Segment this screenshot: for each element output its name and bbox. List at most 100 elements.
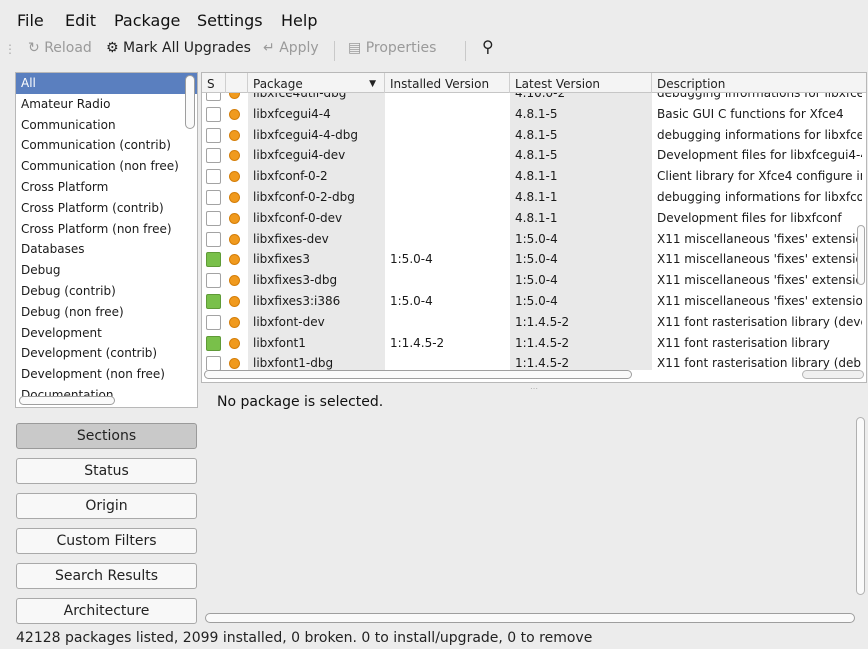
- package-status-checkbox[interactable]: [206, 148, 221, 164]
- support-status-icon: [229, 192, 240, 203]
- menu-edit[interactable]: Edit: [65, 11, 96, 30]
- latest-version-cell: 4.8.1-1: [510, 207, 652, 229]
- column-header-support[interactable]: [226, 73, 248, 93]
- mark-all-upgrades-button[interactable]: ⚙ Mark All Upgrades: [106, 40, 251, 56]
- package-table[interactable]: S Package ▼ Installed Version Latest Ver…: [201, 72, 867, 383]
- package-name-cell: libxfont1-dbg: [248, 353, 385, 370]
- properties-button[interactable]: ▤ Properties: [348, 40, 436, 56]
- column-header-latest-version[interactable]: Latest Version: [510, 73, 652, 93]
- table-row[interactable]: libxfconf-0-dev 4.8.1-1 Development files …: [202, 207, 866, 229]
- search-results-button[interactable]: Search Results: [16, 563, 197, 589]
- table-row[interactable]: libxfcegui4-4 4.8.1-5 Basic GUI C function…: [202, 103, 866, 125]
- package-table-vertical-scrollbar[interactable]: [857, 225, 865, 285]
- section-item[interactable]: Cross Platform (contrib): [16, 198, 197, 219]
- apply-label: Apply: [279, 40, 319, 56]
- section-item[interactable]: Communication: [16, 115, 197, 136]
- section-item[interactable]: Communication (contrib): [16, 135, 197, 156]
- package-name-cell: libxfixes3-dbg: [248, 270, 385, 291]
- table-row[interactable]: libxfce4util-dbg 4.10.0-2 debugging inform…: [202, 93, 866, 104]
- table-row[interactable]: libxfont1 1:1.4.5-2 1:1.4.5-2 X11 font rast…: [202, 332, 866, 354]
- section-item[interactable]: Communication (non free): [16, 156, 197, 177]
- section-item[interactable]: Development: [16, 323, 197, 344]
- latest-version-cell: 4.8.1-5: [510, 124, 652, 146]
- package-name-cell: libxfconf-0-2: [248, 166, 385, 187]
- table-row[interactable]: libxfcegui4-dev 4.8.1-5 Development files …: [202, 145, 866, 167]
- column-header-installed-version[interactable]: Installed Version: [385, 73, 510, 93]
- section-list[interactable]: All Amateur Radio Communication Communicati…: [15, 72, 198, 408]
- section-item[interactable]: Debug (non free): [16, 302, 197, 323]
- support-status-icon: [229, 171, 240, 183]
- menu-settings[interactable]: Settings: [197, 11, 263, 30]
- search-icon: ⚲: [482, 37, 494, 56]
- section-item[interactable]: Amateur Radio: [16, 94, 197, 115]
- section-item[interactable]: Debug: [16, 260, 197, 281]
- section-item[interactable]: All: [16, 73, 197, 94]
- latest-version-cell: 4.8.1-5: [510, 145, 652, 167]
- description-cell: Client library for Xfce4 configure inter…: [657, 169, 862, 184]
- support-status-icon: [229, 212, 240, 224]
- support-status-icon: [229, 316, 240, 328]
- sort-down-icon: ▼: [369, 79, 376, 89]
- table-row[interactable]: libxfixes3:i386 1:5.0-4 1:5.0-4 X11 miscell…: [202, 291, 866, 312]
- package-rows: libxfce4util-dbg 4.10.0-2 debugging inform…: [202, 93, 866, 370]
- package-status-checkbox[interactable]: [206, 314, 221, 330]
- section-item[interactable]: Debug (contrib): [16, 281, 197, 302]
- details-horizontal-scrollbar[interactable]: [205, 613, 855, 623]
- menu-package[interactable]: Package: [114, 11, 180, 30]
- apply-button[interactable]: ↵ Apply: [263, 40, 319, 56]
- section-item[interactable]: Databases: [16, 239, 197, 260]
- package-status-checkbox[interactable]: [206, 210, 221, 226]
- description-cell: Development files for libxfconf: [657, 210, 842, 225]
- table-row[interactable]: libxfont-dev 1:1.4.5-2 X11 font rasterisat…: [202, 311, 866, 333]
- description-cell: Basic GUI C functions for Xfce4: [657, 106, 844, 121]
- package-status-checkbox[interactable]: [206, 231, 221, 247]
- package-status-checkbox[interactable]: [206, 127, 221, 143]
- package-name-cell: libxfont1: [248, 332, 385, 354]
- section-item[interactable]: Cross Platform: [16, 177, 197, 198]
- table-row[interactable]: libxfcegui4-4-dbg 4.8.1-5 debugging inform…: [202, 124, 866, 146]
- section-list-vertical-scrollbar[interactable]: [185, 75, 195, 129]
- reload-button[interactable]: ↻ Reload: [28, 40, 92, 56]
- section-item[interactable]: Cross Platform (non free): [16, 219, 197, 240]
- package-status-checkbox[interactable]: [206, 169, 221, 185]
- table-row[interactable]: libxfixes3-dbg 1:5.0-4 X11 miscellaneous '…: [202, 270, 866, 291]
- status-button[interactable]: Status: [16, 458, 197, 484]
- table-row[interactable]: libxfixes3 1:5.0-4 1:5.0-4 X11 miscellaneou…: [202, 249, 866, 271]
- sections-button[interactable]: Sections: [16, 423, 197, 449]
- custom-filters-button[interactable]: Custom Filters: [16, 528, 197, 554]
- package-status-checkbox[interactable]: [206, 273, 221, 289]
- status-text: 42128 packages listed, 2099 installed, 0…: [16, 630, 593, 646]
- table-row[interactable]: libxfconf-0-2-dbg 4.8.1-1 debugging inform…: [202, 187, 866, 208]
- description-cell: Development files for libxfcegui4-4: [657, 148, 862, 163]
- column-header-status[interactable]: S: [202, 73, 226, 93]
- package-name-cell: libxfconf-0-2-dbg: [248, 187, 385, 208]
- architecture-button[interactable]: Architecture: [16, 598, 197, 624]
- package-table-horizontal-scrollbar[interactable]: [204, 370, 632, 379]
- menu-file[interactable]: File: [17, 11, 44, 30]
- column-header-package[interactable]: Package ▼: [248, 73, 385, 93]
- details-vertical-scrollbar[interactable]: [856, 417, 865, 595]
- latest-version-cell: 1:5.0-4: [510, 270, 652, 291]
- latest-version-cell: 4.8.1-1: [510, 187, 652, 208]
- section-item[interactable]: Development (contrib): [16, 343, 197, 364]
- table-row[interactable]: libxfconf-0-2 4.8.1-1 Client library for X…: [202, 166, 866, 187]
- latest-version-cell: 4.10.0-2: [510, 93, 652, 104]
- origin-button[interactable]: Origin: [16, 493, 197, 519]
- latest-version-cell: 4.8.1-1: [510, 166, 652, 187]
- installed-version-cell: [385, 93, 510, 104]
- column-header-description[interactable]: Description: [652, 73, 866, 93]
- package-status-checkbox[interactable]: [206, 294, 221, 309]
- package-status-checkbox[interactable]: [206, 335, 221, 351]
- package-status-checkbox[interactable]: [206, 252, 221, 268]
- package-status-checkbox[interactable]: [206, 106, 221, 122]
- table-row[interactable]: libxfont1-dbg 1:1.4.5-2 X11 font rasterisa…: [202, 353, 866, 370]
- search-button[interactable]: ⚲: [482, 37, 494, 56]
- package-status-checkbox[interactable]: [206, 190, 221, 205]
- menu-help[interactable]: Help: [281, 11, 317, 30]
- table-row[interactable]: libxfixes-dev 1:5.0-4 X11 miscellaneous 'f…: [202, 228, 866, 250]
- support-status-icon: [229, 254, 240, 266]
- package-status-checkbox[interactable]: [206, 93, 221, 101]
- section-list-horizontal-scrollbar[interactable]: [19, 396, 115, 405]
- section-item[interactable]: Development (non free): [16, 364, 197, 385]
- package-status-checkbox[interactable]: [206, 356, 221, 370]
